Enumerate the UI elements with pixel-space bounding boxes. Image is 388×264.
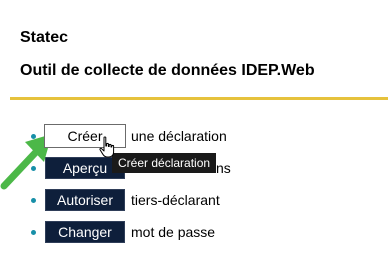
overview-label: ns	[216, 160, 231, 176]
create-declaration-label: une déclaration	[131, 128, 227, 144]
authorize-label: tiers-déclarant	[131, 192, 220, 208]
list-bullet	[31, 230, 36, 235]
site-name: Statec	[20, 29, 69, 46]
tooltip: Créer déclaration	[112, 153, 217, 173]
page: Statec Outil de collecte de données IDEP…	[0, 0, 388, 264]
change-password-button[interactable]: Changer	[45, 221, 125, 243]
change-password-label: mot de passe	[131, 224, 216, 240]
page-title: Outil de collecte de données IDEP.Web	[20, 62, 315, 79]
authorize-button[interactable]: Autoriser	[45, 189, 125, 211]
list-bullet	[31, 198, 36, 203]
hand-pointer-icon	[99, 136, 115, 158]
header-divider	[10, 97, 388, 100]
